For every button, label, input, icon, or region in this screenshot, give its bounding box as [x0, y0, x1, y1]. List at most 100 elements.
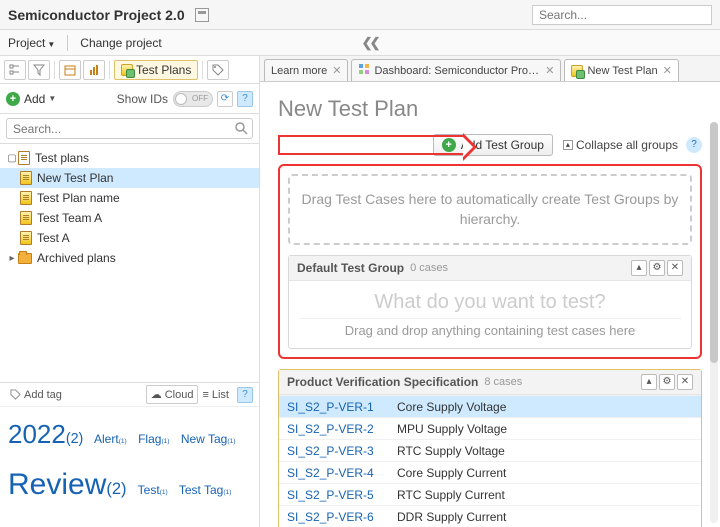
tree-archived[interactable]: ▸ Archived plans: [0, 248, 259, 268]
group-header[interactable]: Product Verification Specification 8 cas…: [279, 370, 701, 395]
group-body[interactable]: What do you want to test? Drag and drop …: [289, 281, 691, 348]
tab-label: New Test Plan: [587, 65, 657, 77]
list-view-button[interactable]: ≡ List: [198, 387, 233, 403]
add-button[interactable]: + Add ▼: [6, 92, 56, 106]
group-settings-icon[interactable]: ⚙: [659, 374, 675, 390]
spec-row[interactable]: SI_S2_P-VER-4Core Supply Current: [279, 461, 701, 483]
spec-row[interactable]: SI_S2_P-VER-2MPU Supply Voltage: [279, 417, 701, 439]
search-icon[interactable]: [234, 121, 248, 138]
toolbar-tree-icon[interactable]: [4, 60, 26, 80]
tag-link[interactable]: Test Tag(1): [179, 483, 232, 497]
toolbar-sep: [54, 61, 55, 79]
tree-root[interactable]: ▢ Test plans: [0, 148, 259, 168]
tab-dashboard[interactable]: Dashboard: Semiconductor Project... ✕: [351, 59, 561, 81]
spec-row-id: SI_S2_P-VER-4: [287, 466, 397, 480]
close-icon[interactable]: ✕: [332, 64, 341, 77]
caret-down-icon: ▼: [48, 94, 56, 103]
spec-row[interactable]: SI_S2_P-VER-6DDR Supply Current: [279, 505, 701, 527]
testplan-doc-icon: [20, 211, 32, 225]
global-search-input[interactable]: [532, 5, 712, 25]
change-project-link[interactable]: Change project: [80, 36, 161, 50]
tag-panel-header: Add tag ☁ Cloud ≡ List ?: [0, 383, 259, 407]
tab-label: Learn more: [271, 65, 327, 77]
tab-bar: Learn more ✕ Dashboard: Semiconductor Pr…: [260, 56, 720, 82]
help-icon[interactable]: ?: [237, 91, 253, 107]
help-icon[interactable]: ?: [686, 137, 702, 153]
toolbar-calendar-icon[interactable]: [59, 60, 81, 80]
group-close-icon[interactable]: ✕: [667, 260, 683, 276]
doc-icon: [18, 151, 30, 165]
drop-zone[interactable]: Drag Test Cases here to automatically cr…: [288, 174, 692, 245]
testplan-doc-icon: [20, 191, 32, 205]
toolbar-testplans-tab[interactable]: Test Plans: [114, 60, 198, 80]
tree-item[interactable]: Test Team A: [0, 208, 259, 228]
drop-zone-text: Drag Test Cases here to automatically cr…: [302, 191, 679, 227]
content-area: Learn more ✕ Dashboard: Semiconductor Pr…: [260, 56, 720, 527]
tag-link[interactable]: Alert(1): [94, 432, 127, 446]
toolbar-tag-icon[interactable]: [207, 60, 229, 80]
toolbar-filter-icon[interactable]: [28, 60, 50, 80]
close-icon[interactable]: ✕: [663, 64, 672, 77]
project-menu[interactable]: Project▼: [8, 36, 55, 50]
group-name-placeholder[interactable]: What do you want to test?: [299, 287, 681, 319]
highlight-arrow: [278, 135, 463, 155]
tree-toggle-icon[interactable]: ▢: [6, 153, 18, 164]
group-close-icon[interactable]: ✕: [677, 374, 693, 390]
tag-link[interactable]: Test(1): [138, 483, 168, 497]
spec-row[interactable]: SI_S2_P-VER-3RTC Supply Voltage: [279, 439, 701, 461]
testplan-icon: [571, 65, 583, 77]
action-row: + Add Test Group ▴ Collapse all groups ?: [278, 132, 702, 158]
spec-row-name: Core Supply Current: [397, 466, 506, 480]
spec-row-name: Core Supply Voltage: [397, 400, 506, 414]
toolbar-sep: [109, 61, 110, 79]
window-layout-icon[interactable]: [195, 8, 209, 22]
spec-row[interactable]: SI_S2_P-VER-1Core Supply Voltage: [279, 395, 701, 417]
show-ids-toggle[interactable]: OFF: [173, 91, 213, 107]
spec-row-id: SI_S2_P-VER-6: [287, 510, 397, 524]
scrollbar[interactable]: [710, 122, 718, 523]
sidebar-toolbar: Test Plans: [0, 56, 259, 84]
group-collapse-icon[interactable]: ▴: [641, 374, 657, 390]
close-icon[interactable]: ✕: [545, 64, 554, 77]
tab-learn-more[interactable]: Learn more ✕: [264, 59, 348, 81]
scrollbar-thumb[interactable]: [710, 122, 718, 363]
cloud-icon: ☁: [151, 388, 162, 401]
cloud-view-button[interactable]: ☁ Cloud: [146, 385, 199, 404]
spec-row-name: RTC Supply Current: [397, 488, 505, 502]
group-collapse-icon[interactable]: ▴: [631, 260, 647, 276]
plus-icon: +: [6, 92, 20, 106]
show-ids-label: Show IDs: [117, 92, 168, 106]
sidebar-add-row: + Add ▼ Show IDs OFF ⟳ ?: [0, 84, 259, 114]
toolbar-testplans-label: Test Plans: [136, 63, 191, 77]
list-label: List: [212, 389, 229, 401]
tree-item[interactable]: New Test Plan: [0, 168, 259, 188]
group-header[interactable]: Default Test Group 0 cases ▴ ⚙ ✕: [289, 256, 691, 281]
tag-link[interactable]: Review(2): [8, 468, 127, 501]
tag-help-icon[interactable]: ?: [237, 387, 253, 403]
tree-expand-icon[interactable]: ▸: [6, 253, 18, 264]
sidebar-search-input[interactable]: [6, 118, 253, 139]
tab-new-test-plan[interactable]: New Test Plan ✕: [564, 59, 678, 81]
spec-row[interactable]: SI_S2_P-VER-5RTC Supply Current: [279, 483, 701, 505]
tag-link[interactable]: Flag(1): [138, 432, 169, 446]
tree-archived-label: Archived plans: [37, 251, 116, 265]
collapse-sidebar-icon[interactable]: ❮❮: [362, 35, 378, 51]
spec-row-name: MPU Supply Voltage: [397, 422, 507, 436]
collapse-all-button[interactable]: ▴ Collapse all groups: [563, 138, 678, 152]
toolbar-reports-icon[interactable]: [83, 60, 105, 80]
tree-item[interactable]: Test Plan name: [0, 188, 259, 208]
page-body: New Test Plan + Add Test Group ▴ Collaps…: [260, 82, 720, 527]
toolbar-sep: [202, 61, 203, 79]
add-tag-button[interactable]: Add tag: [6, 387, 66, 403]
group-count: 8 cases: [484, 376, 522, 388]
tag-link[interactable]: New Tag(1): [181, 432, 236, 446]
group-settings-icon[interactable]: ⚙: [649, 260, 665, 276]
tag-link[interactable]: 2022(2): [8, 419, 83, 449]
main-layout: Test Plans + Add ▼ Show IDs OFF ⟳ ?: [0, 56, 720, 527]
tree-item[interactable]: Test A: [0, 228, 259, 248]
add-label: Add: [24, 92, 45, 106]
list-icon: ≡: [202, 389, 208, 401]
spec-row-id: SI_S2_P-VER-3: [287, 444, 397, 458]
group-drop-hint: Drag and drop anything containing test c…: [299, 323, 681, 338]
refresh-icon[interactable]: ⟳: [217, 91, 233, 107]
